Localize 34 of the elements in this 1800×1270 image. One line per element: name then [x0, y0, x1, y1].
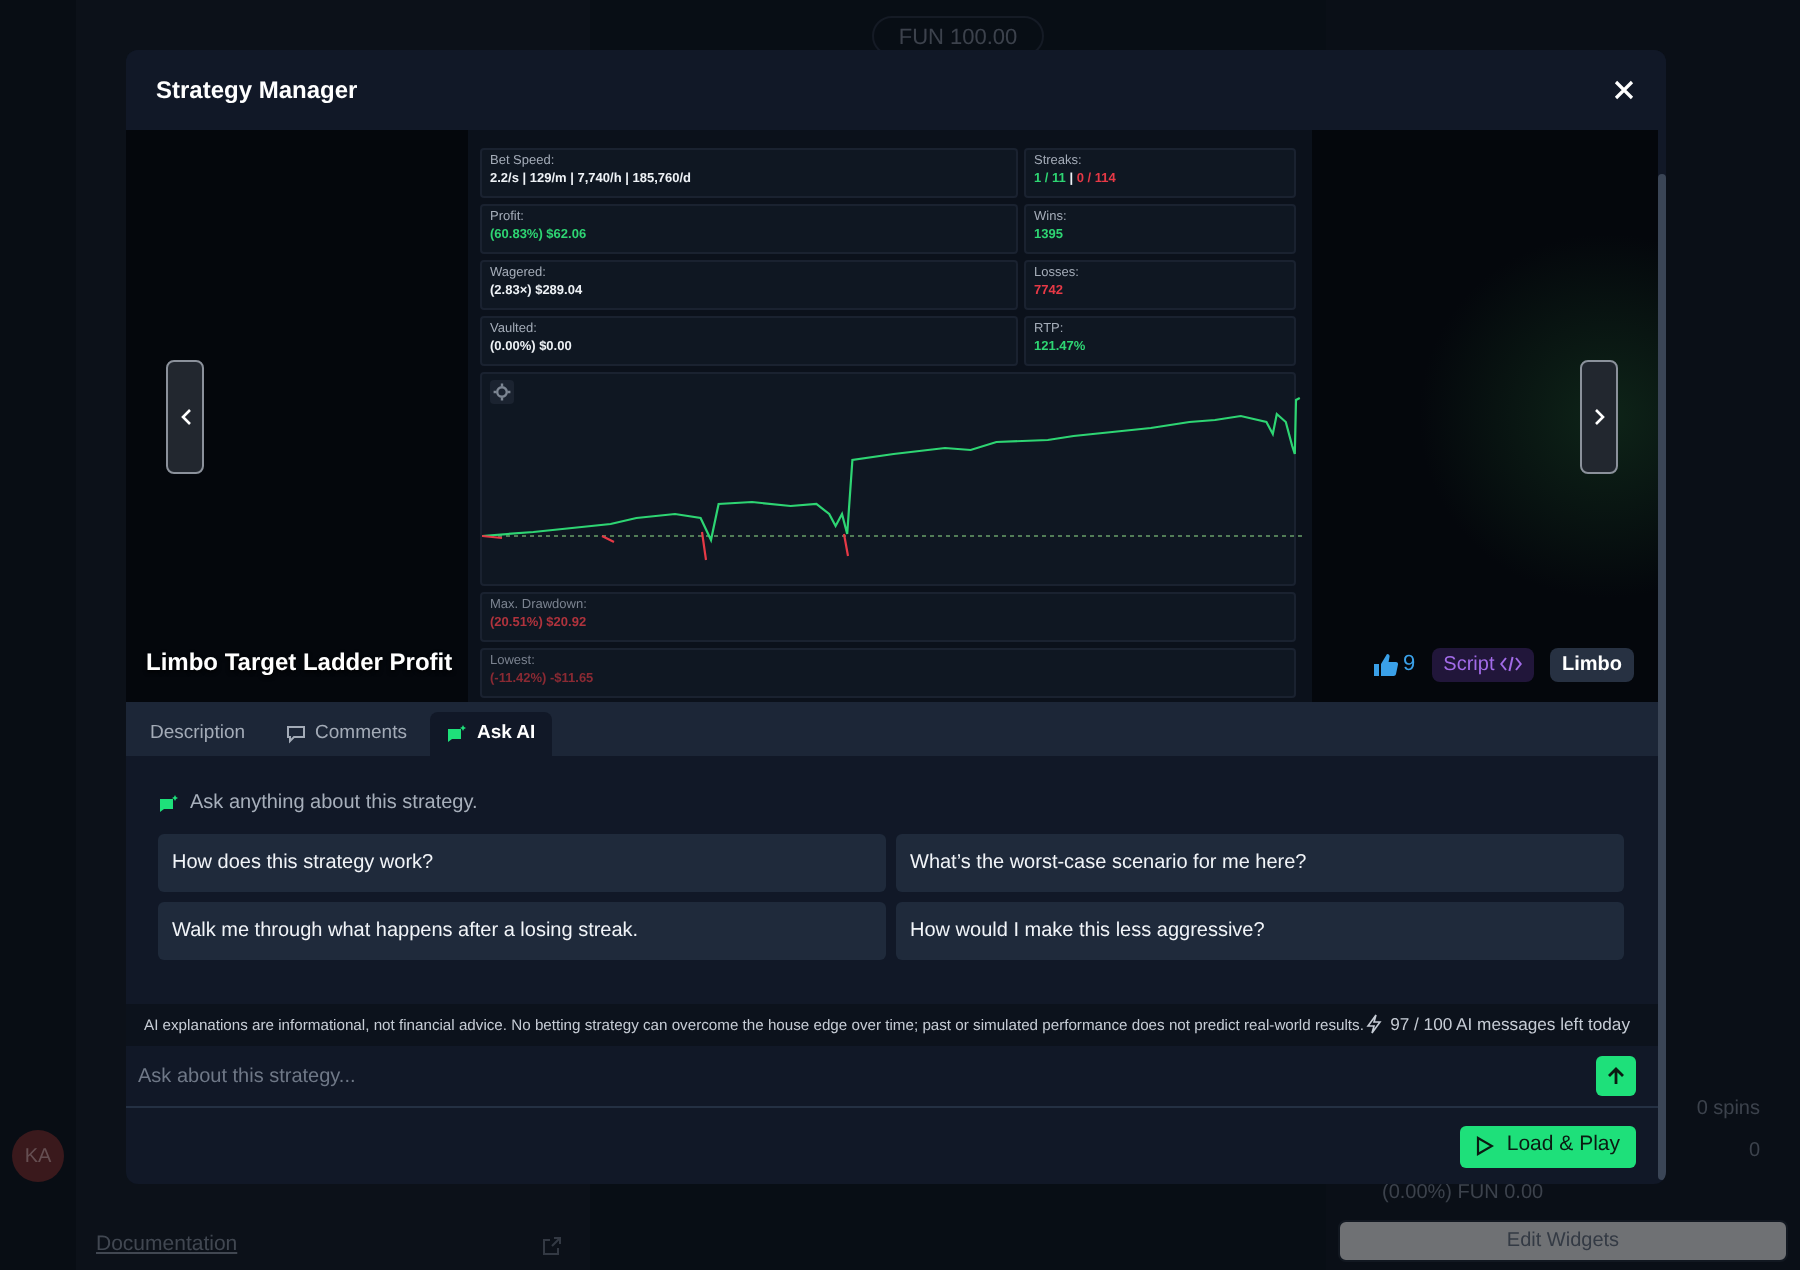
chevron-right-icon [1593, 407, 1605, 425]
load-and-play-button[interactable]: Load & Play [1460, 1125, 1636, 1167]
like-number: 9 [1403, 650, 1416, 681]
like-count[interactable]: 9 [1373, 648, 1416, 682]
tab[interactable]: Description [134, 712, 262, 756]
script-tag: Script [1431, 648, 1534, 682]
lightning-icon [1366, 1014, 1383, 1035]
arrow-up-icon [1606, 1066, 1626, 1086]
tab[interactable]: Ask AI [430, 712, 552, 756]
bot-icon [158, 793, 180, 813]
chevron-left-icon [179, 407, 191, 425]
close-icon [1610, 76, 1638, 104]
next-button[interactable] [1580, 359, 1618, 473]
send-button[interactable] [1596, 1056, 1636, 1096]
suggestion-button[interactable]: Walk me through what happens after a losing streak. [158, 902, 886, 960]
modal-title: Strategy Manager [156, 74, 358, 108]
suggestion-button[interactable]: How does this strategy work? [158, 834, 886, 892]
previous-button[interactable] [166, 359, 204, 473]
tab[interactable]: Comments [269, 712, 423, 756]
suggestion-button[interactable]: What’s the worst-case scenario for me here? [896, 834, 1624, 892]
code-icon [1500, 656, 1522, 672]
ask-input-field[interactable]: Ask about this strategy... [134, 1061, 1596, 1091]
strategy-name: Limbo Target Ladder Profit [146, 646, 453, 680]
settings-icon [490, 380, 514, 404]
quota-text: 97 / 100 AI messages left today [1390, 1012, 1630, 1038]
chat-bubble-icon [285, 724, 308, 744]
bot-icon [446, 724, 469, 744]
game-tag: Limbo [1550, 648, 1634, 682]
suggestion-button[interactable]: How would I make this less aggressive? [896, 902, 1624, 960]
close-button[interactable] [1610, 76, 1638, 104]
intro-text: Ask anything about this strategy. [190, 790, 478, 818]
external-link-icon [542, 1236, 562, 1257]
play-icon [1476, 1136, 1495, 1156]
thumbs-up-icon [1373, 654, 1398, 676]
